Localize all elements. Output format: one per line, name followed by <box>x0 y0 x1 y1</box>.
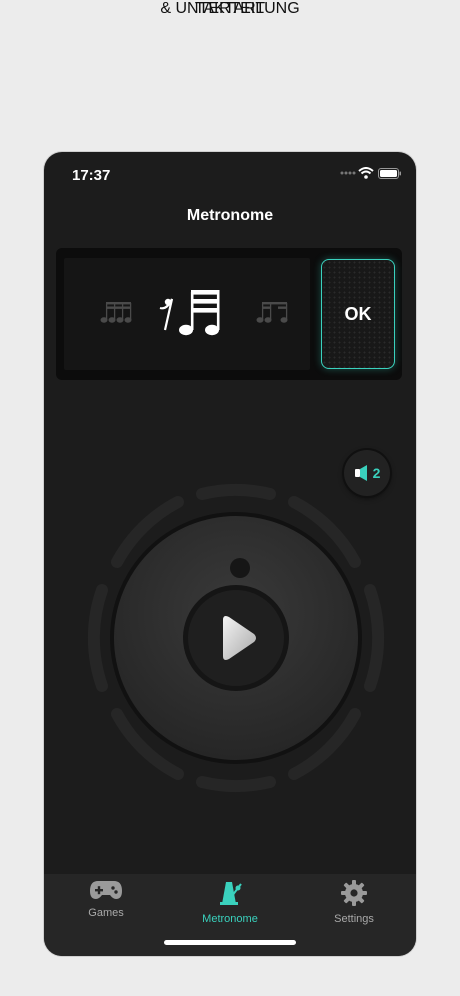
knob-indicator <box>230 558 250 578</box>
tab-metronome-label: Metronome <box>202 913 258 925</box>
gear-icon <box>341 880 367 906</box>
page-title: Metronome <box>186 207 274 224</box>
tab-metronome[interactable]: Metronome <box>168 880 292 925</box>
sixteenth-notes-icon[interactable] <box>100 300 132 324</box>
gamepad-icon <box>90 881 122 899</box>
signal-icon <box>340 171 356 175</box>
speaker-icon <box>354 465 367 481</box>
headline-subtitle: & UNTERTEILUNG <box>160 0 300 17</box>
status-bar: 17:37 <box>44 152 416 196</box>
tab-settings[interactable]: Settings <box>292 880 416 925</box>
tempo-dial[interactable] <box>80 482 392 794</box>
home-indicator[interactable] <box>164 940 296 945</box>
tab-games-label: Games <box>88 907 124 919</box>
ok-button[interactable]: OK <box>321 259 395 369</box>
sound-count: 2 <box>372 465 381 481</box>
subdivision-carousel[interactable] <box>64 258 310 370</box>
tab-games[interactable]: Games <box>44 880 168 919</box>
phone-screen: 17:37 Metronome OK 2 Games Metronome Set… <box>44 152 416 956</box>
metronome-icon <box>220 882 242 905</box>
sixteenth-notes-alt-icon[interactable] <box>256 300 288 324</box>
wifi-icon <box>358 167 374 179</box>
status-time: 17:37 <box>72 167 111 184</box>
battery-icon <box>378 168 401 179</box>
tab-settings-label: Settings <box>334 913 374 925</box>
subdivision-picker: OK <box>56 248 402 380</box>
rest-sixteenth-notes-icon[interactable] <box>154 286 226 342</box>
